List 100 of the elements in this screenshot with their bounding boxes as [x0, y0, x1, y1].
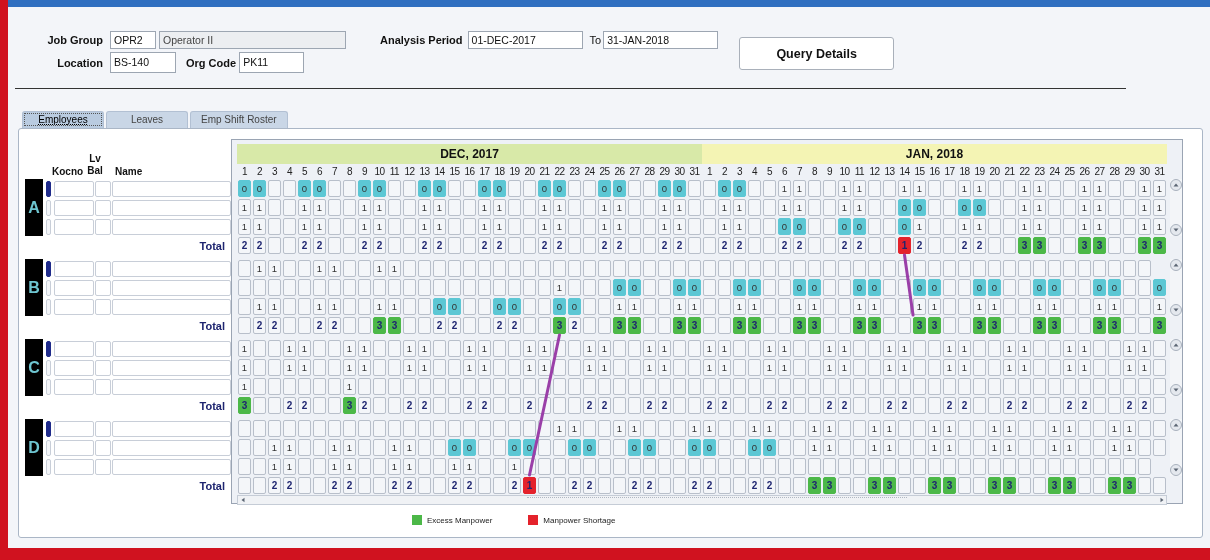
kocno-field[interactable]: [54, 439, 94, 456]
grid-cell: 0: [973, 199, 986, 216]
scroll-up-icon[interactable]: [1170, 339, 1182, 351]
lv-bal-field[interactable]: [95, 458, 111, 475]
day-number: 30: [1138, 165, 1151, 179]
total-cell: 2: [598, 237, 611, 254]
grid-cell: 1: [853, 298, 866, 315]
grid-cell: 0: [433, 298, 446, 315]
scroll-down-icon[interactable]: [1170, 464, 1182, 476]
lv-bal-field[interactable]: [95, 298, 111, 315]
name-field[interactable]: [112, 298, 231, 315]
kocno-field[interactable]: [54, 260, 94, 277]
kocno-field[interactable]: [54, 378, 94, 395]
name-field[interactable]: [112, 199, 231, 216]
tab[interactable]: Employees: [22, 111, 104, 128]
period-from-field[interactable]: 01-DEC-2017: [467, 30, 583, 49]
total-cell: 3: [973, 317, 986, 334]
record-indicator[interactable]: [46, 260, 51, 277]
kocno-field[interactable]: [54, 298, 94, 315]
grid-cell: 1: [853, 180, 866, 197]
day-number: 17: [478, 165, 491, 179]
total-cell: [583, 237, 596, 254]
vertical-scrollbar[interactable]: [1170, 419, 1182, 476]
name-field[interactable]: [112, 218, 231, 235]
tab[interactable]: Leaves: [106, 111, 188, 128]
name-field[interactable]: [112, 340, 231, 357]
name-field[interactable]: [112, 180, 231, 197]
grid-cell: 1: [838, 359, 851, 376]
scroll-up-icon[interactable]: [1170, 419, 1182, 431]
kocno-field[interactable]: [54, 279, 94, 296]
lv-bal-field[interactable]: [95, 439, 111, 456]
kocno-field[interactable]: [54, 218, 94, 235]
grid-cell: 1: [898, 340, 911, 357]
record-indicator[interactable]: [46, 180, 51, 197]
query-details-button[interactable]: Query Details: [739, 37, 895, 70]
horizontal-scrollbar[interactable]: [237, 495, 1167, 505]
grid-cell: 1: [913, 218, 926, 235]
total-cell: [448, 237, 461, 254]
grid-cell: 1: [463, 359, 476, 376]
vertical-scrollbar[interactable]: [1170, 179, 1182, 236]
vertical-scrollbar[interactable]: [1170, 259, 1182, 316]
lv-bal-field[interactable]: [95, 378, 111, 395]
kocno-field[interactable]: [54, 458, 94, 475]
scroll-down-icon[interactable]: [1170, 304, 1182, 316]
total-cell: [958, 317, 971, 334]
lv-bal-field[interactable]: [95, 218, 111, 235]
column-header: Lv Bal: [86, 153, 104, 177]
tab[interactable]: Emp Shift Roster: [190, 111, 288, 128]
record-indicator[interactable]: [46, 420, 51, 437]
lv-bal-field[interactable]: [95, 420, 111, 437]
day-number: 13: [883, 165, 896, 179]
scroll-up-icon[interactable]: [1170, 179, 1182, 191]
scroll-down-icon[interactable]: [1170, 384, 1182, 396]
grid-cell: 1: [1138, 340, 1151, 357]
name-field[interactable]: [112, 279, 231, 296]
grid-cell: 1: [358, 340, 371, 357]
name-field[interactable]: [112, 260, 231, 277]
total-label: Total: [199, 319, 225, 332]
day-number: 14: [433, 165, 446, 179]
period-to-field[interactable]: 31-JAN-2018: [603, 30, 719, 49]
day-number: 27: [628, 165, 641, 179]
name-field[interactable]: [112, 439, 231, 456]
total-cell: [643, 317, 656, 334]
kocno-field[interactable]: [54, 199, 94, 216]
lv-bal-field[interactable]: [95, 340, 111, 357]
scroll-down-icon[interactable]: [1170, 224, 1182, 236]
name-field[interactable]: [112, 458, 231, 475]
lv-bal-field[interactable]: [95, 279, 111, 296]
total-cell: [373, 397, 386, 414]
grid-cell: 1: [238, 199, 251, 216]
grid-cell: 0: [358, 180, 371, 197]
kocno-field[interactable]: [54, 340, 94, 357]
total-cell: 3: [1018, 237, 1031, 254]
lv-bal-field[interactable]: [95, 359, 111, 376]
record-indicator[interactable]: [46, 340, 51, 357]
total-cell: 2: [703, 477, 716, 494]
total-cell: [988, 397, 1001, 414]
total-cell: [868, 237, 881, 254]
grid-cell: 1: [1033, 199, 1046, 216]
lv-bal-field[interactable]: [95, 260, 111, 277]
job-group-code-field[interactable]: OPR2: [110, 30, 156, 49]
kocno-field[interactable]: [54, 420, 94, 437]
vertical-scrollbar[interactable]: [1170, 339, 1182, 396]
org-code-field[interactable]: PK11: [239, 52, 305, 73]
total-cell: 2: [628, 477, 641, 494]
kocno-field[interactable]: [54, 180, 94, 197]
kocno-field[interactable]: [54, 359, 94, 376]
name-field[interactable]: [112, 420, 231, 437]
location-field[interactable]: BS-140: [110, 52, 176, 73]
scroll-up-icon[interactable]: [1170, 259, 1182, 271]
name-field[interactable]: [112, 359, 231, 376]
lv-bal-field[interactable]: [95, 199, 111, 216]
day-number: 15: [913, 165, 926, 179]
day-number: 8: [345, 165, 354, 179]
lv-bal-field[interactable]: [95, 180, 111, 197]
grid-cell: 1: [658, 340, 671, 357]
total-cell: 2: [433, 237, 446, 254]
name-field[interactable]: [112, 378, 231, 395]
grid-cell: 1: [1093, 180, 1106, 197]
total-cell: [373, 477, 386, 494]
